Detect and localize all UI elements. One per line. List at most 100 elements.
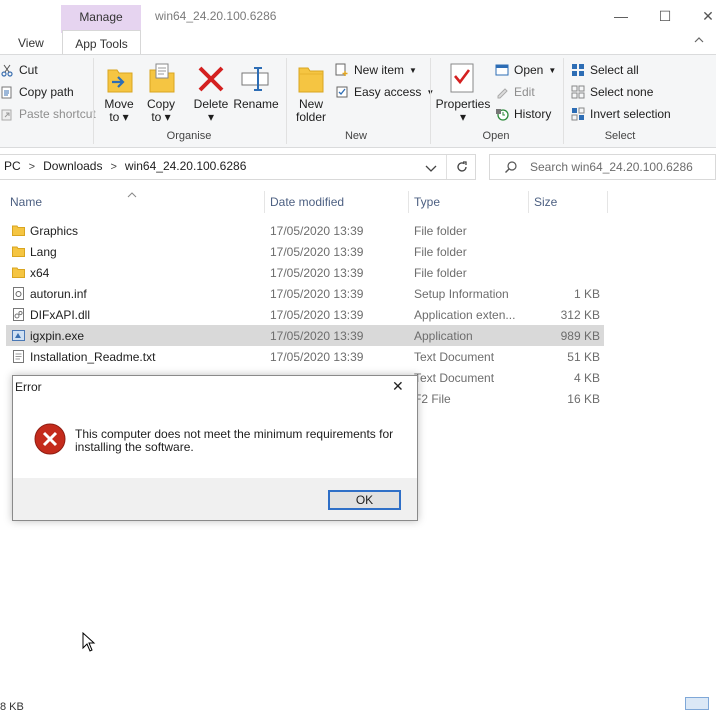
mouse-cursor-icon (82, 631, 96, 655)
ribbon-divider (286, 58, 287, 144)
breadcrumb: PC > Downloads > win64_24.20.100.6286 (4, 159, 246, 173)
dialog-title: Error (15, 380, 42, 394)
file-size: 51 KB (567, 350, 600, 364)
delete-button[interactable] (196, 64, 226, 97)
rename-label: Rename (233, 97, 279, 111)
file-type: Setup Information (414, 287, 509, 301)
delete-label: Delete ▾ (193, 97, 229, 124)
folder-icon (12, 225, 25, 236)
breadcrumb-separator-icon[interactable]: > (110, 161, 116, 173)
open-button[interactable]: Open ▼ (495, 63, 556, 77)
invert-selection-button[interactable]: Invert selection (571, 107, 671, 121)
history-button[interactable]: History (495, 107, 551, 121)
maximize-button[interactable]: ☐ (642, 2, 688, 30)
properties-button[interactable] (448, 62, 476, 97)
new-item-button[interactable]: New item ▼ (335, 63, 417, 77)
cut-button[interactable]: Cut (0, 63, 38, 77)
address-divider (446, 155, 447, 179)
file-type: Application (414, 329, 473, 343)
file-row-x64[interactable]: x64 17/05/2020 13:39 File folder (6, 262, 604, 283)
rename-icon (241, 67, 269, 91)
file-row-difxapi[interactable]: DIFxAPI.dll 17/05/2020 13:39 Application… (6, 304, 604, 325)
breadcrumb-downloads[interactable]: Downloads (43, 159, 102, 173)
file-size: 16 KB (567, 392, 600, 406)
dialog-message-line: installing the software. (75, 440, 194, 454)
history-icon (496, 109, 509, 121)
copy-path-icon (1, 86, 12, 99)
close-window-button[interactable]: ✕ (685, 2, 716, 30)
file-type: File folder (414, 224, 467, 238)
column-divider[interactable] (408, 191, 409, 213)
file-date: 17/05/2020 13:39 (270, 308, 364, 322)
edit-button[interactable]: Edit (495, 85, 535, 99)
breadcrumb-current-folder[interactable]: win64_24.20.100.6286 (125, 159, 246, 173)
delete-x-icon (198, 66, 224, 92)
file-row-autorun[interactable]: autorun.inf 17/05/2020 13:39 Setup Infor… (6, 283, 604, 304)
column-header-name[interactable]: Name (10, 195, 42, 209)
manage-tab-label[interactable]: Manage (61, 10, 141, 24)
column-header-size[interactable]: Size (534, 195, 557, 209)
file-name: x64 (30, 266, 50, 280)
copy-path-button[interactable]: Copy path (0, 85, 74, 99)
copy-to-button[interactable] (147, 62, 177, 99)
copy-path-label: Copy path (19, 85, 74, 99)
breadcrumb-separator-icon[interactable]: > (29, 161, 35, 173)
file-row-igxpin-selected[interactable]: igxpin.exe 17/05/2020 13:39 Application … (6, 325, 604, 346)
search-input[interactable]: Search win64_24.20.100.6286 (530, 160, 693, 174)
details-view-icon[interactable] (685, 697, 709, 710)
ok-button[interactable]: OK (328, 490, 401, 510)
new-folder-label: New folder (295, 97, 327, 124)
ribbon-divider (430, 58, 431, 144)
move-to-button[interactable] (105, 62, 135, 99)
folder-icon (12, 267, 25, 278)
new-folder-icon (298, 67, 324, 93)
file-row-graphics[interactable]: Graphics 17/05/2020 13:39 File folder (6, 220, 604, 241)
column-divider[interactable] (528, 191, 529, 213)
refresh-icon[interactable] (455, 160, 469, 177)
properties-label: Properties ▾ (435, 97, 491, 124)
select-all-button[interactable]: Select all (571, 63, 639, 77)
properties-icon (450, 63, 474, 93)
window-title: win64_24.20.100.6286 (155, 9, 277, 23)
group-label-new: New (344, 130, 367, 142)
select-all-icon (572, 64, 584, 76)
file-type: Text Document (414, 371, 495, 385)
exe-file-icon (12, 330, 25, 341)
new-item-icon (335, 63, 348, 76)
paste-shortcut-button[interactable]: Paste shortcut (0, 107, 96, 121)
file-date: 17/05/2020 13:39 (270, 266, 364, 280)
file-name: Graphics (30, 224, 79, 238)
tab-view[interactable]: View (18, 36, 44, 50)
file-row-installation-readme[interactable]: Installation_Readme.txt 17/05/2020 13:39… (6, 346, 604, 367)
search-icon (504, 160, 518, 177)
column-header-type[interactable]: Type (414, 195, 440, 209)
file-date: 17/05/2020 13:39 (270, 224, 364, 238)
column-divider[interactable] (264, 191, 265, 213)
file-type: File folder (414, 245, 467, 259)
open-label: Open (514, 63, 544, 77)
file-row-lang[interactable]: Lang 17/05/2020 13:39 File folder (6, 241, 604, 262)
column-divider[interactable] (607, 191, 608, 213)
file-date: 17/05/2020 13:39 (270, 287, 364, 301)
collapse-ribbon-icon[interactable] (694, 34, 704, 46)
paste-shortcut-icon (1, 109, 12, 121)
group-label-select: Select (604, 130, 636, 142)
minimize-button[interactable]: — (598, 2, 644, 30)
dialog-close-button[interactable]: ✕ (392, 378, 404, 395)
copy-to-icon (149, 63, 175, 93)
edit-label: Edit (514, 85, 535, 99)
new-folder-button[interactable] (296, 62, 326, 99)
file-size: 1 KB (573, 287, 600, 301)
move-to-label: Move to ▾ (104, 97, 134, 124)
dialog-message: This computer does not meet the minimum … (75, 428, 405, 454)
group-label-organise: Organise (166, 130, 212, 142)
select-none-button[interactable]: Select none (571, 85, 653, 99)
file-name: Lang (30, 245, 57, 259)
easy-access-button[interactable]: Easy access▼ (335, 85, 434, 99)
breadcrumb-pc[interactable]: PC (4, 159, 21, 173)
rename-button[interactable] (240, 64, 272, 97)
invert-selection-label: Invert selection (590, 107, 671, 121)
column-header-date[interactable]: Date modified (270, 195, 344, 209)
address-history-dropdown-icon[interactable] (425, 162, 437, 176)
tab-app-tools[interactable]: App Tools (62, 30, 141, 54)
